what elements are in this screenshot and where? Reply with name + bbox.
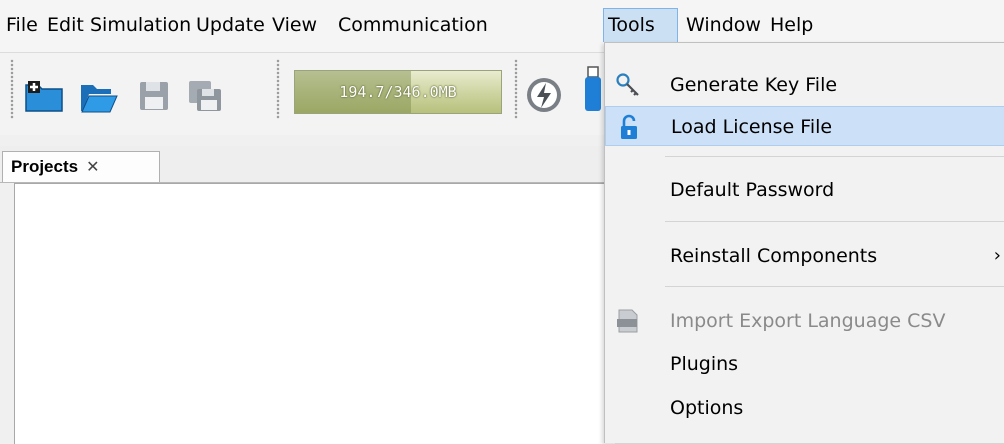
menu-item-generate-key-file[interactable]: Generate Key File — [605, 65, 1004, 105]
toolbar-grip-2[interactable] — [276, 59, 280, 119]
lightning-icon[interactable] — [524, 75, 564, 112]
menu-item-label: Default Password — [670, 179, 835, 201]
menu-item-plugins[interactable]: Plugins — [605, 344, 1004, 384]
key-icon — [615, 72, 641, 98]
menu-window[interactable]: Window — [682, 8, 765, 42]
menu-simulation[interactable]: Simulation — [86, 8, 195, 42]
memory-indicator[interactable]: 194.7/346.0MB — [294, 70, 502, 114]
save-icon[interactable] — [134, 79, 174, 113]
menu-separator — [665, 221, 1004, 222]
menu-item-import-export-language-csv: Import Export Language CSV — [605, 301, 1004, 341]
menu-item-label: Reinstall Components — [670, 245, 878, 267]
tab-projects-label: Projects — [11, 157, 79, 176]
menu-separator — [665, 156, 1004, 157]
menu-item-load-license-file[interactable]: Load License File — [605, 106, 1004, 146]
close-icon[interactable]: ✕ — [86, 159, 99, 176]
menu-edit[interactable]: Edit — [43, 8, 88, 42]
menu-item-label: Plugins — [670, 353, 739, 375]
menu-help[interactable]: Help — [766, 8, 817, 42]
menu-communication[interactable]: Communication — [334, 8, 492, 42]
menu-item-label: Load License File — [671, 116, 833, 138]
toolbar-grip[interactable] — [10, 59, 14, 119]
menu-item-reinstall-components[interactable]: Reinstall Components › — [605, 236, 1004, 276]
toolbar-grip-3[interactable] — [514, 59, 518, 119]
menu-item-label: Options — [670, 397, 744, 419]
menu-update[interactable]: Update — [192, 8, 269, 42]
save-all-icon[interactable] — [185, 79, 225, 113]
submenu-arrow-icon: › — [993, 245, 1001, 266]
menu-item-label: Import Export Language CSV — [670, 310, 946, 332]
new-project-icon[interactable] — [24, 79, 64, 113]
menu-item-label: Generate Key File — [670, 74, 838, 96]
tools-menu: Generate Key File Load License File Defa… — [604, 42, 1004, 443]
unlock-icon — [616, 114, 642, 140]
projects-panel[interactable] — [14, 183, 615, 444]
csv-file-icon — [615, 308, 641, 334]
memory-text: 194.7/346.0MB — [339, 83, 457, 101]
usb-device-icon[interactable] — [582, 65, 604, 111]
menu-tools[interactable]: Tools — [603, 8, 678, 42]
menu-view[interactable]: View — [268, 8, 321, 42]
menu-separator — [665, 286, 1004, 287]
open-folder-icon[interactable] — [79, 79, 119, 113]
tab-projects[interactable]: Projects ✕ — [2, 151, 160, 182]
menu-file[interactable]: File — [2, 8, 42, 42]
menu-item-options[interactable]: Options — [605, 388, 1004, 428]
menu-item-default-password[interactable]: Default Password — [605, 170, 1004, 210]
